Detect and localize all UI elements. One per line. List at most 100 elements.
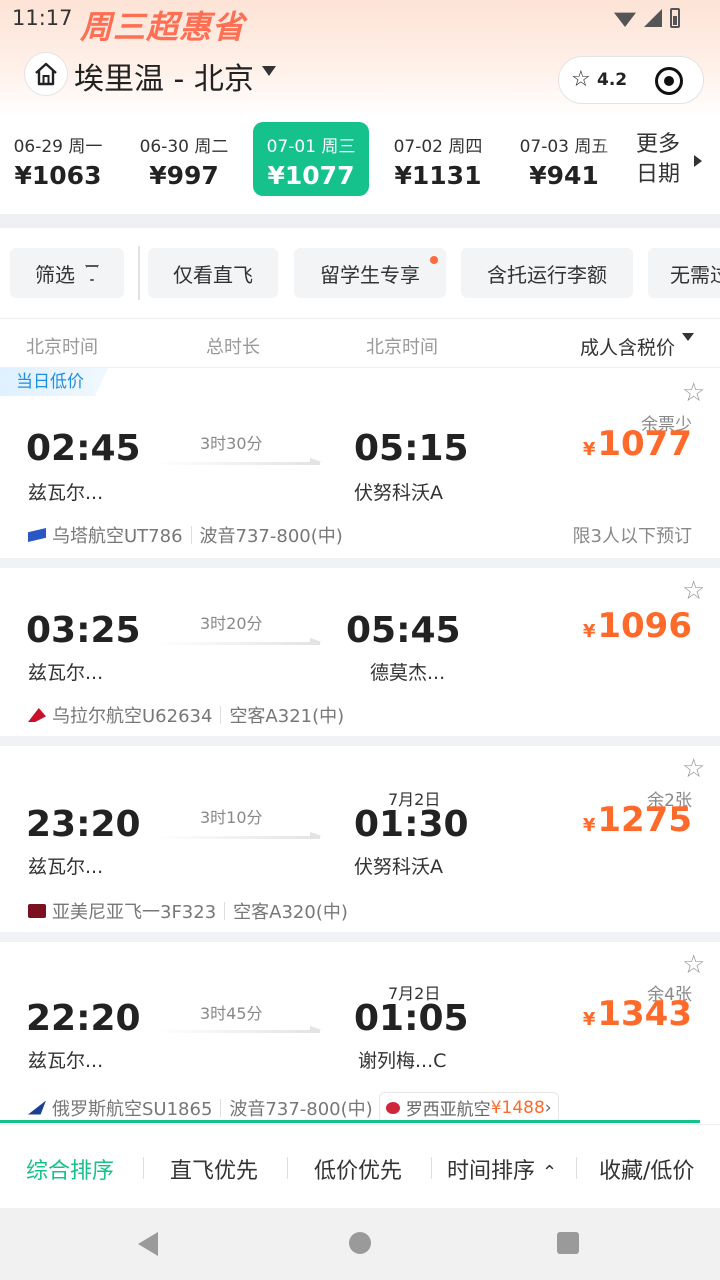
status-icons — [614, 8, 680, 28]
codeshare-airline: 罗西亚航空 — [405, 1100, 491, 1120]
header-actions: ☆ 4.2 — [558, 56, 704, 104]
star-icon[interactable]: ☆ — [571, 69, 591, 91]
arr-time: 01:05 — [354, 998, 469, 1039]
home-circle-icon[interactable] — [349, 1232, 371, 1254]
duration: 3时10分 — [200, 808, 263, 827]
favorite-star-icon[interactable]: ☆ — [682, 578, 708, 604]
date-item[interactable]: 06-30 周二 ¥997 — [126, 122, 242, 196]
price-value: 1096 — [597, 606, 692, 646]
signal-icon — [644, 9, 662, 27]
chevron-down-icon[interactable] — [682, 333, 694, 341]
airline-logo-icon — [28, 708, 46, 722]
wifi-icon — [614, 12, 636, 27]
divider — [0, 214, 720, 228]
route-line — [154, 638, 322, 645]
route-title[interactable]: 埃里温 - 北京 — [74, 54, 254, 98]
date-strip-fade — [596, 120, 626, 200]
route-line — [154, 458, 322, 465]
airline-info: 亚美尼亚飞一3F323 空客A320(中) — [28, 898, 348, 924]
arr-time: 05:15 — [354, 428, 469, 469]
price-sort-button[interactable]: 成人含税价 — [580, 333, 675, 360]
status-time: 11:17 — [12, 6, 73, 30]
sort-fav-low[interactable]: 收藏/低价 — [599, 1153, 694, 1185]
filter-chip-filter[interactable]: 筛选 — [10, 248, 124, 298]
airline-flight: 亚美尼亚飞一3F323 — [52, 902, 217, 923]
system-nav-bar — [0, 1208, 720, 1280]
price-value: 1275 — [597, 800, 692, 840]
route-line — [154, 1026, 322, 1033]
booking-limit: 限3人以下预订 — [572, 526, 692, 547]
airline-flight: 乌塔航空UT786 — [52, 526, 183, 547]
sort-direct-first[interactable]: 直飞优先 — [170, 1153, 258, 1185]
funnel-icon — [85, 265, 99, 281]
separator — [143, 1157, 144, 1179]
more-dates-button[interactable]: 更多 日期 — [636, 130, 680, 190]
dep-time: 02:45 — [26, 428, 141, 469]
app-root: 11:17 周三超惠省 埃里温 - 北京 ☆ 4.2 06-29 周一 ¥106… — [0, 0, 720, 1280]
filter-chip-novisa[interactable]: 无需过境签 — [648, 248, 720, 298]
target-icon[interactable] — [655, 67, 683, 95]
airline-logo-icon — [28, 1100, 46, 1115]
date-item[interactable]: 06-29 周一 ¥1063 — [0, 122, 116, 196]
currency-symbol: ¥ — [582, 1009, 596, 1030]
dep-time: 03:25 — [26, 610, 141, 651]
back-icon[interactable] — [138, 1232, 158, 1256]
sort-comprehensive[interactable]: 综合排序 — [26, 1153, 114, 1185]
separator — [190, 526, 192, 544]
date-label: 07-01 周三 — [266, 137, 356, 157]
low-price-tag: 当日低价 — [0, 368, 108, 396]
battery-icon — [670, 8, 680, 28]
chip-label: 含托运行李额 — [487, 262, 607, 287]
arr-airport: 伏努科沃A — [354, 856, 443, 878]
dep-time: 23:20 — [26, 804, 141, 845]
date-label: 07-02 周四 — [393, 137, 483, 157]
aircraft: 空客A320(中) — [233, 902, 348, 923]
dep-airport: 兹瓦尔... — [28, 1050, 104, 1072]
chevron-right-icon[interactable] — [694, 155, 702, 167]
airline-logo-icon — [28, 528, 46, 542]
date-item[interactable]: 07-02 周四 ¥1131 — [380, 122, 496, 196]
arr-airport: 德莫杰... — [370, 662, 446, 684]
arr-airport: 伏努科沃A — [354, 482, 443, 504]
separator — [287, 1157, 288, 1179]
airline-info: 乌塔航空UT786 波音737-800(中) — [28, 522, 343, 548]
rating-value: 4.2 — [597, 70, 628, 90]
dep-airport: 兹瓦尔... — [28, 662, 104, 684]
price: ¥1275 — [583, 800, 692, 840]
codeshare-chip[interactable]: 罗西亚航空 ¥1488 › — [378, 1092, 559, 1123]
filter-chip-baggage[interactable]: 含托运行李额 — [461, 248, 633, 298]
recent-apps-icon[interactable] — [557, 1232, 579, 1254]
date-label: 06-29 周一 — [13, 137, 103, 157]
filter-chip-student[interactable]: 留学生专享 — [294, 248, 446, 298]
date-item-selected[interactable]: 07-01 周三 ¥1077 — [253, 122, 369, 196]
chip-divider — [138, 246, 140, 300]
dep-airport: 兹瓦尔... — [28, 856, 104, 878]
arr-airport: 谢列梅...C — [358, 1050, 447, 1072]
sort-low-price[interactable]: 低价优先 — [314, 1153, 402, 1185]
arr-time: 05:45 — [346, 610, 461, 651]
aircraft: 波音737-800(中) — [229, 1098, 373, 1120]
flight-card[interactable]: 当日低价 ☆ 余票少 02:45 兹瓦尔... 3时30分 05:15 伏努科沃… — [0, 368, 720, 568]
chip-label: 留学生专享 — [320, 262, 420, 287]
more-dates-line1: 更多 — [636, 132, 681, 157]
separator — [431, 1157, 432, 1179]
home-icon — [35, 62, 57, 86]
favorite-star-icon[interactable]: ☆ — [682, 952, 708, 978]
favorite-star-icon[interactable]: ☆ — [682, 756, 708, 782]
promo-banner[interactable]: 周三超惠省 — [80, 2, 245, 48]
flight-card[interactable]: ☆ 余4张 7月2日 22:20 兹瓦尔... 3时45分 01:05 谢列梅.… — [0, 942, 720, 1123]
filter-chip-direct[interactable]: 仅看直飞 — [148, 248, 278, 298]
dep-time: 22:20 — [26, 998, 141, 1039]
chevron-down-icon[interactable] — [262, 66, 276, 76]
codeshare-price: ¥1488 — [490, 1097, 545, 1118]
sort-time[interactable]: 时间排序 ⌃ — [447, 1153, 557, 1185]
flight-card[interactable]: ☆ 余2张 7月2日 23:20 兹瓦尔... 3时10分 01:30 伏努科沃… — [0, 746, 720, 942]
aircraft: 空客A321(中) — [229, 706, 345, 727]
favorite-star-icon[interactable]: ☆ — [682, 380, 708, 406]
home-button[interactable] — [24, 52, 68, 96]
duration: 3时45分 — [200, 1004, 263, 1023]
chevron-right-icon: › — [544, 1097, 552, 1118]
flight-card[interactable]: ☆ 03:25 兹瓦尔... 3时20分 05:45 德莫杰... ¥1096 … — [0, 568, 720, 746]
header: 11:17 周三超惠省 埃里温 - 北京 ☆ 4.2 — [0, 0, 720, 118]
aircraft: 波音737-800(中) — [199, 526, 343, 547]
